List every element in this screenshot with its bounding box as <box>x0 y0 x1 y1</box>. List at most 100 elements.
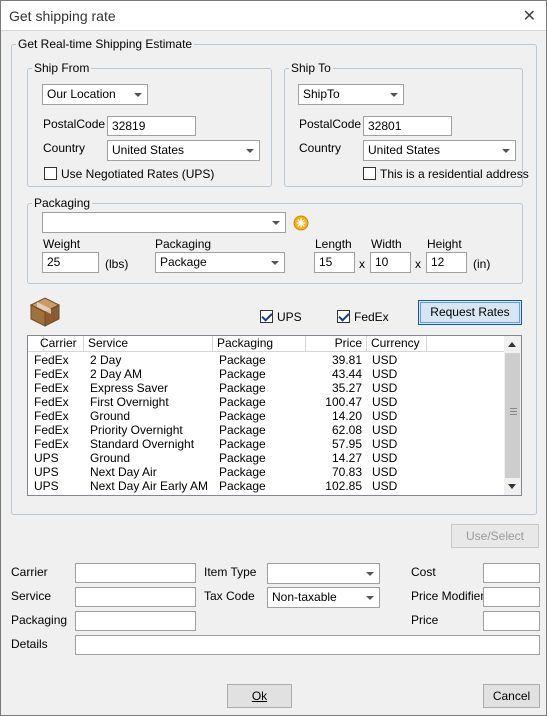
column-header-carrier[interactable]: Carrier <box>36 336 84 352</box>
estimate-group-legend: Get Real-time Shipping Estimate <box>18 37 193 51</box>
chevron-down-icon <box>502 149 510 153</box>
cancel-button-label: Cancel <box>492 689 531 703</box>
dimension-unit: (in) <box>473 257 491 271</box>
details-label: Details <box>11 637 48 651</box>
chevron-down-icon <box>271 261 279 265</box>
packaging-type-label: Packaging <box>155 237 212 251</box>
table-row[interactable]: UPS Next Day Air Saver Package65.77 USD <box>28 493 504 495</box>
times-sign: x <box>415 257 421 271</box>
cell-carrier: UPS <box>34 493 84 495</box>
cell-service: Next Day Air Early AM <box>90 479 209 493</box>
cell-price: 14.20 <box>331 409 362 423</box>
close-icon[interactable]: ✕ <box>523 6 536 26</box>
request-rates-button[interactable]: Request Rates <box>418 300 522 325</box>
width-label: Width <box>371 237 402 251</box>
cell-carrier: FedEx <box>34 423 69 437</box>
cell-carrier: UPS <box>34 451 59 465</box>
scroll-down-arrow-icon[interactable] <box>508 484 516 489</box>
table-row[interactable]: UPS Next Day Air Early AM Package 102.85 USD <box>28 479 504 493</box>
table-row[interactable]: FedEx Standard Overnight Package 57.95 USD <box>28 437 504 451</box>
scroll-thumb[interactable] <box>505 353 520 478</box>
ship-from-postal-label: PostalCode <box>43 117 106 131</box>
column-header-currency[interactable]: Currency <box>367 336 427 352</box>
cell-price: 62.08 <box>331 423 362 437</box>
fedex-label: FedEx <box>354 310 389 324</box>
table-row[interactable]: FedEx Express Saver Package 35.27 USD <box>28 381 504 395</box>
cell-packaging: Package <box>219 437 266 451</box>
table-row[interactable]: UPS Next Day Air Package 70.83 USD <box>28 465 504 479</box>
cell-carrier: FedEx <box>34 409 69 423</box>
packaging-preset-select[interactable] <box>42 212 286 233</box>
table-row[interactable]: FedEx 2 Day Package 39.81 USD <box>28 353 504 367</box>
cell-price: 39.81 <box>331 353 362 367</box>
ship-to-location-select[interactable]: ShipTo <box>298 84 404 105</box>
chevron-down-icon <box>134 93 142 97</box>
cell-price: 35.27 <box>331 381 362 395</box>
title-bar: Get shipping rate ✕ <box>1 1 546 31</box>
residential-checkbox[interactable] <box>363 167 376 180</box>
packaging-label: Packaging <box>11 613 68 627</box>
column-header-packaging[interactable]: Packaging <box>213 336 306 352</box>
ship-to-country-label: Country <box>299 141 342 155</box>
add-packaging-icon[interactable] <box>293 215 309 231</box>
weight-label: Weight <box>43 237 81 251</box>
cell-packaging: Package <box>219 395 266 409</box>
carrier-field[interactable] <box>75 563 196 583</box>
grip-icon <box>510 408 517 415</box>
ship-from-country-value: United States <box>112 143 185 157</box>
ship-to-legend: Ship To <box>291 61 331 75</box>
cell-price: 70.83 <box>331 465 362 479</box>
service-field[interactable] <box>75 587 196 607</box>
packaging-type-select[interactable]: Package <box>155 252 285 273</box>
cell-packaging: Package <box>219 465 266 479</box>
length-input[interactable]: 15 <box>314 252 355 273</box>
cell-packaging: Package <box>219 409 266 423</box>
table-row[interactable]: FedEx Ground Package 14.20 USD <box>28 409 504 423</box>
ship-to-postal-input[interactable]: 32801 <box>363 116 452 136</box>
ok-button[interactable]: Ok <box>227 684 292 708</box>
price-field[interactable] <box>483 611 540 631</box>
height-input[interactable]: 12 <box>426 252 467 273</box>
chevron-down-icon <box>390 93 398 97</box>
table-row[interactable]: FedEx Priority Overnight Package 62.08 USD <box>28 423 504 437</box>
packaging-field[interactable] <box>75 611 196 631</box>
ship-from-location-select[interactable]: Our Location <box>42 84 148 105</box>
cell-carrier: FedEx <box>34 381 69 395</box>
ship-from-country-label: Country <box>43 141 86 155</box>
chevron-down-icon <box>246 149 254 153</box>
cell-price: 43.44 <box>331 367 362 381</box>
item-type-select[interactable] <box>267 563 380 584</box>
column-header-price[interactable]: Price <box>306 336 367 352</box>
negotiated-rates-checkbox[interactable] <box>44 167 57 180</box>
cell-service: Standard Overnight <box>90 437 195 451</box>
service-label: Service <box>11 589 52 603</box>
details-field[interactable] <box>75 635 540 655</box>
use-select-button[interactable]: Use/Select <box>451 524 539 548</box>
fedex-checkbox[interactable] <box>337 310 350 323</box>
cancel-button[interactable]: Cancel <box>483 684 540 708</box>
rates-grid-scrollbar[interactable] <box>504 336 521 495</box>
table-row[interactable]: FedEx 2 Day AM Package 43.44 USD <box>28 367 504 381</box>
ups-checkbox[interactable] <box>260 310 273 323</box>
tax-code-select[interactable]: Non-taxable <box>267 587 380 608</box>
cell-service: Ground <box>90 451 131 465</box>
table-row[interactable]: UPS Ground Package 14.27 USD <box>28 451 504 465</box>
column-header-service[interactable]: Service <box>84 336 213 352</box>
packaging-type-value: Package <box>160 255 207 269</box>
ship-from-postal-input[interactable]: 32819 <box>107 116 196 136</box>
chevron-down-icon <box>366 572 374 576</box>
length-label: Length <box>315 237 352 251</box>
cost-field[interactable] <box>483 563 540 583</box>
tax-code-label: Tax Code <box>204 589 255 603</box>
ship-to-location-value: ShipTo <box>303 87 340 101</box>
ship-to-country-select[interactable]: United States <box>363 140 516 161</box>
table-row[interactable]: FedEx First Overnight Package 100.47 USD <box>28 395 504 409</box>
tax-code-value: Non-taxable <box>272 590 337 604</box>
price-modifier-field[interactable] <box>483 587 540 607</box>
item-type-label: Item Type <box>204 565 257 579</box>
weight-input[interactable]: 25 <box>42 252 99 273</box>
width-input[interactable]: 10 <box>370 252 411 273</box>
scroll-up-arrow-icon[interactable] <box>508 342 516 347</box>
ship-from-country-select[interactable]: United States <box>107 140 260 161</box>
cell-service: 2 Day AM <box>90 367 143 381</box>
